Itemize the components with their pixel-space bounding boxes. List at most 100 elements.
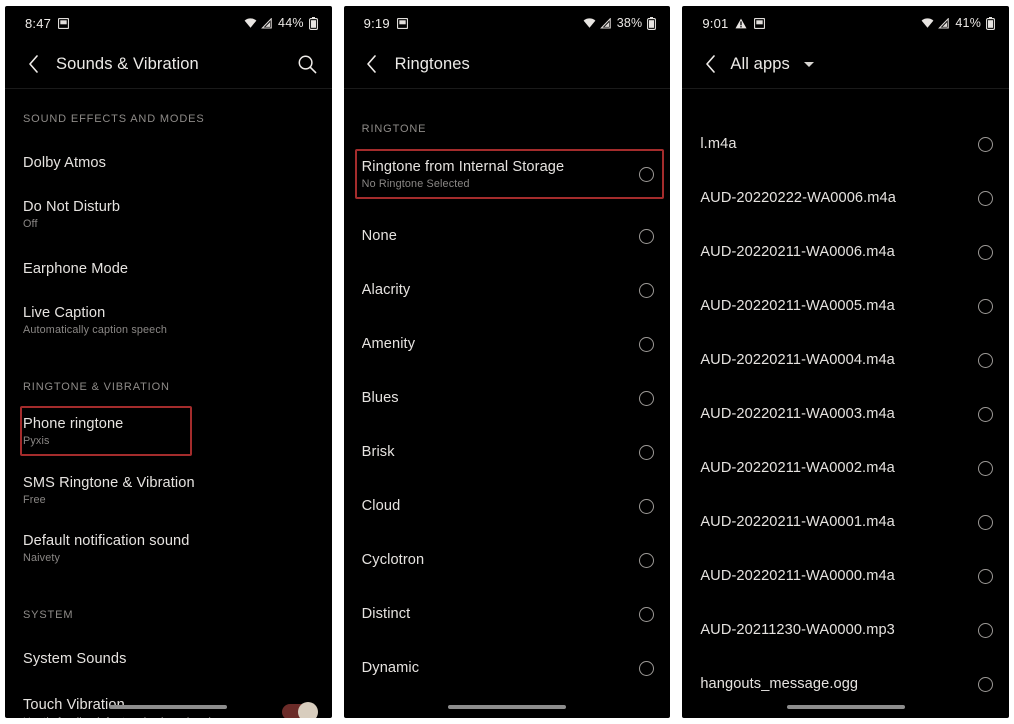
radio-button[interactable]: [978, 244, 994, 260]
touch-vibration-toggle[interactable]: [281, 702, 318, 718]
radio-button[interactable]: [978, 298, 994, 314]
radio-button[interactable]: [978, 514, 994, 530]
list-item-dolby-atmos[interactable]: Dolby Atmos: [5, 141, 332, 185]
signal-icon: [261, 17, 273, 29]
section-header-ringtone-vibration: RINGTONE & VIBRATION: [23, 381, 170, 393]
list-item-file-6[interactable]: AUD-20220211-WA0002.m4a: [682, 441, 1009, 495]
list-item-file-4[interactable]: AUD-20220211-WA0004.m4a: [682, 333, 1009, 387]
chevron-down-icon[interactable]: [803, 61, 814, 67]
toggle-knob: [297, 702, 318, 718]
status-bar-right: 44%: [244, 16, 318, 30]
list-item-file-5[interactable]: AUD-20220211-WA0003.m4a: [682, 387, 1009, 441]
list-item-amenity[interactable]: Amenity: [344, 317, 671, 371]
file-list[interactable]: l.m4a AUD-20220222-WA0006.m4a AUD-202202…: [682, 89, 1009, 718]
row-texts: AUD-20220211-WA0000.m4a: [700, 568, 968, 584]
radio-button[interactable]: [639, 498, 655, 514]
row-title: Do Not Disturb: [23, 198, 121, 215]
search-icon[interactable]: [296, 53, 318, 75]
row-title: Cloud: [361, 498, 401, 514]
row-texts: AUD-20220211-WA0003.m4a: [700, 406, 968, 422]
row-texts: None: [362, 228, 630, 244]
radio-button[interactable]: [978, 136, 994, 152]
radio-button[interactable]: [639, 282, 655, 298]
radio-button[interactable]: [639, 336, 655, 352]
list-item-none[interactable]: None: [344, 209, 671, 263]
list-item-file-1[interactable]: AUD-20220222-WA0006.m4a: [682, 171, 1009, 225]
back-icon[interactable]: [23, 54, 43, 74]
radio-button[interactable]: [978, 190, 994, 206]
row-texts: Brisk: [362, 444, 630, 460]
wifi-icon: [921, 17, 934, 29]
row-title: Dynamic: [361, 660, 420, 676]
list-item-earphone-mode[interactable]: Earphone Mode: [5, 247, 332, 291]
home-indicator: [786, 705, 905, 709]
list-item-live-caption[interactable]: Live Caption Automatically caption speec…: [5, 295, 332, 345]
radio-button[interactable]: [639, 166, 655, 182]
list-item-touch-vibration[interactable]: Touch Vibration Haptic feedback for tap,…: [5, 687, 332, 718]
ringtone-list[interactable]: RINGTONE Ringtone from Internal Storage …: [344, 89, 671, 718]
radio-button[interactable]: [978, 676, 994, 692]
list-item-default-notification-sound[interactable]: Default notification sound Naivety: [5, 523, 332, 573]
battery-percent-label: 41%: [955, 16, 982, 30]
list-item-file-9[interactable]: AUD-20211230-WA0000.mp3: [682, 603, 1009, 657]
radio-button[interactable]: [978, 568, 994, 584]
battery-percent-label: 38%: [616, 16, 643, 30]
radio-button[interactable]: [639, 552, 655, 568]
list-item-file-7[interactable]: AUD-20220211-WA0001.m4a: [682, 495, 1009, 549]
section-header-ringtone: RINGTONE: [361, 123, 427, 135]
photo-icon: [396, 17, 408, 29]
row-texts: Cyclotron: [362, 552, 630, 568]
list-item-file-2[interactable]: AUD-20220211-WA0006.m4a: [682, 225, 1009, 279]
list-item-cloud[interactable]: Cloud: [344, 479, 671, 533]
row-texts: Dolby Atmos: [23, 155, 316, 171]
list-item-file-8[interactable]: AUD-20220211-WA0000.m4a: [682, 549, 1009, 603]
radio-button[interactable]: [978, 622, 994, 638]
battery-icon: [647, 16, 657, 30]
row-texts: AUD-20220211-WA0004.m4a: [700, 352, 968, 368]
radio-button[interactable]: [978, 352, 994, 368]
section-header-system: SYSTEM: [23, 609, 74, 621]
list-item-file-3[interactable]: AUD-20220211-WA0005.m4a: [682, 279, 1009, 333]
back-icon[interactable]: [700, 54, 720, 74]
row-title: Earphone Mode: [23, 261, 129, 277]
list-item-phone-ringtone[interactable]: Phone ringtone Pyxis: [5, 407, 332, 455]
list-item-cyclotron[interactable]: Cyclotron: [344, 533, 671, 587]
list-item-distinct[interactable]: Distinct: [344, 587, 671, 641]
list-item-blues[interactable]: Blues: [344, 371, 671, 425]
row-title: Default notification sound: [23, 532, 190, 549]
list-item-sms-ringtone-vibration[interactable]: SMS Ringtone & Vibration Free: [5, 465, 332, 515]
status-bar-right: 38%: [583, 16, 657, 30]
status-bar-right: 41%: [921, 16, 995, 30]
row-subtitle: Automatically caption speech: [23, 323, 168, 336]
settings-list[interactable]: SOUND EFFECTS AND MODES Dolby Atmos Do N…: [5, 89, 332, 718]
list-item-dynamic[interactable]: Dynamic: [344, 641, 671, 695]
list-item-file-0[interactable]: l.m4a: [682, 117, 1009, 171]
row-texts: AUD-20220211-WA0006.m4a: [700, 244, 968, 260]
list-item-file-10[interactable]: hangouts_message.ogg: [682, 657, 1009, 711]
list-item-system-sounds[interactable]: System Sounds: [5, 637, 332, 681]
radio-button[interactable]: [639, 660, 655, 676]
radio-button[interactable]: [978, 460, 994, 476]
status-time: 8:47: [25, 15, 52, 31]
wifi-icon: [244, 17, 257, 29]
list-item-ringtone-from-internal-storage[interactable]: Ringtone from Internal Storage No Ringto…: [344, 151, 671, 197]
radio-button[interactable]: [978, 406, 994, 422]
list-item-brisk[interactable]: Brisk: [344, 425, 671, 479]
radio-button[interactable]: [639, 390, 655, 406]
status-bar: 8:47 44%: [5, 6, 332, 40]
radio-button[interactable]: [639, 444, 655, 460]
row-title: AUD-20220211-WA0000.m4a: [700, 568, 895, 584]
row-subtitle: Free: [23, 493, 46, 506]
row-title: AUD-20220211-WA0005.m4a: [700, 298, 895, 314]
row-texts: Alacrity: [362, 282, 630, 298]
radio-button[interactable]: [639, 228, 655, 244]
status-bar-left: 8:47: [25, 15, 70, 31]
row-texts: SMS Ringtone & Vibration Free: [23, 475, 316, 506]
row-title: AUD-20220211-WA0001.m4a: [700, 514, 895, 530]
row-subtitle: Haptic feedback for tap, keyboard and mo…: [23, 716, 272, 719]
list-item-alacrity[interactable]: Alacrity: [344, 263, 671, 317]
radio-button[interactable]: [639, 606, 655, 622]
list-item-do-not-disturb[interactable]: Do Not Disturb Off: [5, 189, 332, 239]
row-texts: Ringtone from Internal Storage No Ringto…: [362, 159, 630, 190]
back-icon[interactable]: [362, 54, 382, 74]
